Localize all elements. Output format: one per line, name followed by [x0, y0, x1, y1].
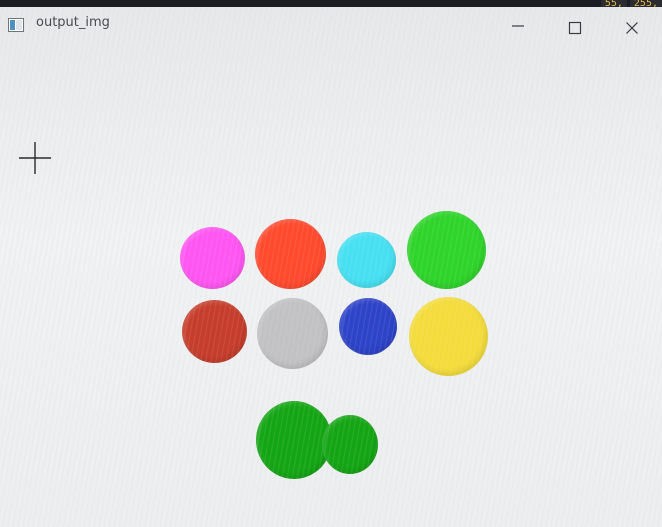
- light-gray-circle: [257, 298, 328, 369]
- magenta-circle: [180, 227, 245, 289]
- window-app-icon: [8, 17, 24, 32]
- cyan-circle: [337, 232, 396, 288]
- green-circle-small: [322, 415, 378, 474]
- red-orange-circle: [255, 219, 326, 289]
- yellow-circle: [409, 297, 488, 376]
- dark-red-circle: [182, 300, 247, 363]
- close-button[interactable]: [609, 7, 655, 43]
- desktop-background-strip: 55, 255,: [0, 0, 662, 7]
- corner-readout-value-2: 255,: [629, 0, 662, 7]
- window-titlebar[interactable]: output_img: [0, 7, 662, 43]
- corner-readout: 55, 255,: [600, 0, 662, 7]
- minimize-button[interactable]: [495, 7, 541, 43]
- output-window: output_img: [0, 7, 662, 527]
- crosshair-cursor-icon: [19, 142, 51, 174]
- minimize-icon: [512, 25, 524, 27]
- maximize-icon: [568, 21, 582, 35]
- screen: 55, 255, output_img: [0, 0, 662, 527]
- maximize-button[interactable]: [552, 7, 598, 43]
- image-canvas[interactable]: [0, 43, 662, 527]
- close-icon: [626, 22, 638, 34]
- corner-readout-value-1: 55,: [600, 0, 627, 7]
- green-circle-large: [256, 401, 332, 479]
- blue-circle: [339, 298, 397, 355]
- window-title: output_img: [36, 15, 110, 30]
- bright-green-circle: [407, 211, 486, 289]
